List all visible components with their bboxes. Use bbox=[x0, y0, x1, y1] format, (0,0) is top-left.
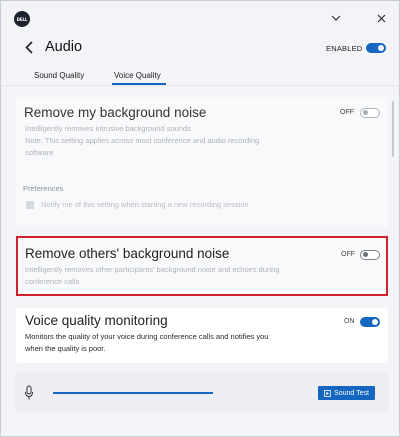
close-button[interactable] bbox=[371, 8, 391, 28]
microphone-icon bbox=[25, 385, 33, 400]
preferences-label: Preferences bbox=[23, 184, 64, 193]
chevron-down-icon bbox=[331, 15, 341, 21]
tab-sound-quality[interactable]: Sound Quality bbox=[34, 71, 84, 80]
remove-my-noise-desc-2: Note: This setting applies across most c… bbox=[25, 136, 260, 145]
back-button[interactable] bbox=[21, 37, 37, 57]
close-icon bbox=[377, 14, 385, 22]
minimize-button[interactable] bbox=[326, 8, 346, 28]
remove-others-noise-title: Remove others' background noise bbox=[25, 246, 230, 261]
voice-monitoring-desc-2: when the quality is poor. bbox=[25, 344, 106, 353]
notify-checkbox-label: Notify me of this setting when starting … bbox=[41, 200, 249, 209]
enabled-label: ENABLED bbox=[326, 44, 363, 53]
dell-logo: DELL bbox=[14, 11, 30, 27]
remove-my-noise-toggle[interactable] bbox=[360, 108, 380, 118]
chevron-left-icon bbox=[25, 40, 33, 54]
play-icon bbox=[324, 389, 331, 397]
audio-window: DELL Audio ENABLED Sound Quality Voice Q… bbox=[0, 0, 400, 437]
voice-monitoring-title: Voice quality monitoring bbox=[25, 313, 168, 328]
voice-monitoring-state: ON bbox=[344, 318, 355, 325]
tab-voice-quality[interactable]: Voice Quality bbox=[114, 71, 161, 80]
remove-others-noise-desc-2: conference calls bbox=[25, 277, 80, 286]
voice-monitoring-toggle[interactable] bbox=[360, 317, 380, 327]
logo-text: DELL bbox=[16, 16, 28, 22]
sound-test-label: Sound Test bbox=[334, 389, 369, 397]
enabled-toggle[interactable] bbox=[366, 43, 386, 53]
tab-divider bbox=[1, 85, 399, 86]
remove-my-noise-desc-3: software bbox=[25, 148, 54, 157]
remove-others-noise-state: OFF bbox=[341, 251, 355, 258]
remove-my-noise-title: Remove my background noise bbox=[24, 105, 207, 120]
voice-monitoring-desc-1: Monitors the quality of your voice durin… bbox=[25, 332, 269, 341]
sound-test-button[interactable]: Sound Test bbox=[318, 386, 375, 400]
page-title: Audio bbox=[45, 39, 83, 55]
remove-others-noise-desc-1: Intelligently removes other participants… bbox=[25, 265, 280, 274]
notify-checkbox[interactable] bbox=[26, 201, 34, 209]
remove-my-noise-desc-1: Intelligently removes intrusive backgrou… bbox=[25, 124, 191, 133]
mic-level-fill bbox=[53, 392, 213, 394]
scrollbar-thumb[interactable] bbox=[392, 101, 394, 157]
remove-others-noise-toggle[interactable] bbox=[360, 250, 380, 260]
remove-my-noise-state: OFF bbox=[340, 109, 354, 116]
